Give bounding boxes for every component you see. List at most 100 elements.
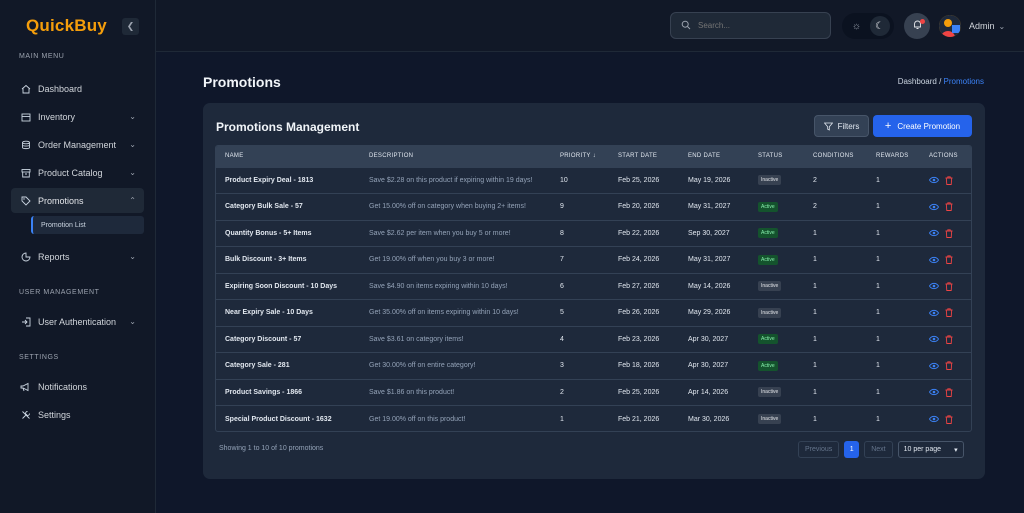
delete-icon[interactable] (945, 176, 953, 185)
breadcrumb-link-dashboard[interactable]: Dashboard (898, 77, 937, 86)
table-row[interactable]: Category Sale - 281 Get 30.00% off on ent… (216, 352, 971, 380)
delete-icon[interactable] (945, 229, 953, 238)
pagination-summary: Showing 1 to 10 of 10 promotions (219, 445, 324, 452)
view-icon[interactable] (929, 388, 939, 396)
filters-button[interactable]: Filters (814, 115, 869, 137)
chevron-down-icon: ⌄ (129, 252, 136, 261)
status-badge: Inactive (758, 414, 782, 424)
delete-icon[interactable] (945, 388, 953, 397)
status-badge: Inactive (758, 175, 782, 186)
pagination: Previous 1 Next 10 per page ▾ (798, 441, 964, 458)
moon-icon[interactable]: ☾ (869, 16, 890, 36)
table-row[interactable]: Expiring Soon Discount - 10 Days Save $4.… (216, 273, 971, 300)
table-row[interactable]: Category Bulk Sale - 57 Get 15.00% off on… (216, 193, 971, 221)
promotion-priority: 6 (560, 282, 564, 290)
promotion-description: Save $2.28 on this product if expiring w… (369, 176, 533, 184)
view-icon[interactable] (929, 415, 939, 423)
promotion-description: Get 19.00% off when you buy 3 or more! (369, 256, 495, 264)
view-icon[interactable] (929, 335, 939, 343)
table-row[interactable]: Product Expiry Deal - 1813 Save $2.28 on … (216, 167, 971, 194)
sidebar-item-product-catalog[interactable]: Product Catalog ⌄ (11, 160, 144, 185)
theme-toggle[interactable]: ☼ ☾ (842, 13, 894, 39)
promotion-actions (920, 167, 971, 194)
promotion-status-cell: Active (749, 220, 804, 247)
view-icon[interactable] (929, 203, 939, 211)
table-row[interactable]: Product Savings - 1866 Save $1.86 on this… (216, 379, 971, 406)
promotion-priority: 3 (560, 362, 564, 370)
promotion-end-date: Mar 30, 2026 (688, 415, 730, 423)
delete-icon[interactable] (945, 335, 953, 344)
view-icon[interactable] (929, 282, 939, 290)
delete-icon[interactable] (945, 202, 953, 212)
archive-icon (20, 167, 31, 178)
delete-icon[interactable] (945, 308, 953, 318)
view-icon[interactable] (929, 176, 939, 184)
sidebar-item-settings[interactable]: Settings (11, 402, 144, 427)
promotion-description: Get 19.00% off on this product! (369, 415, 466, 423)
table-row[interactable]: Special Product Discount - 1632 Get 19.00… (216, 405, 971, 432)
database-icon (20, 139, 31, 150)
promotion-name: Product Savings - 1866 (225, 388, 303, 396)
sidebar-item-inventory[interactable]: Inventory ⌄ (11, 104, 144, 129)
promotion-status-cell: Active (749, 247, 804, 274)
view-icon[interactable] (929, 362, 939, 370)
create-promotion-label: Create Promotion (897, 121, 961, 131)
table-row[interactable]: Bulk Discount - 3+ Items Get 19.00% off w… (216, 246, 971, 274)
promotion-description: Save $1.86 on this product! (369, 388, 455, 396)
sidebar-item-notifications[interactable]: Notifications (11, 374, 144, 399)
promotion-priority: 4 (560, 335, 564, 343)
view-icon[interactable] (929, 229, 939, 237)
promotion-actions (920, 273, 971, 300)
promotion-description: Get 30.00% off on entire category! (369, 362, 476, 370)
promotion-actions (920, 379, 971, 406)
sun-icon[interactable]: ☼ (847, 16, 867, 36)
promotion-start-date: Feb 23, 2026 (618, 335, 660, 343)
sidebar-item-order-management[interactable]: Order Management ⌄ (11, 132, 144, 157)
per-page-select[interactable]: 10 per page ▾ (897, 441, 964, 458)
column-header-end-date[interactable]: END DATE (679, 146, 749, 167)
delete-icon[interactable] (945, 361, 953, 371)
table-row[interactable]: Near Expiry Sale - 10 Days Get 35.00% off… (216, 299, 971, 327)
promotion-priority: 1 (560, 415, 564, 423)
page-1-button[interactable]: 1 (844, 441, 860, 458)
table-row[interactable]: Category Discount - 57 Save $3.61 on cate… (216, 326, 971, 353)
table-row[interactable]: Quantity Bonus - 5+ Items Save $2.62 per … (216, 220, 971, 247)
delete-icon[interactable] (945, 282, 953, 291)
promotion-status-cell: Active (749, 326, 804, 353)
notifications-button[interactable] (904, 13, 930, 39)
card-title: Promotions Management (216, 120, 360, 134)
promotion-priority: 5 (560, 309, 564, 317)
per-page-value: 10 per page (903, 446, 942, 453)
promotion-description: Get 15.00% off on category when buying 2… (369, 203, 526, 211)
next-page-button[interactable]: Next (864, 441, 893, 458)
view-icon[interactable] (929, 309, 939, 317)
search-box[interactable] (670, 12, 831, 39)
user-menu[interactable]: Admin ⌄ (939, 13, 1005, 39)
previous-page-button[interactable]: Previous (798, 441, 840, 458)
column-header-name[interactable]: NAME (216, 146, 360, 167)
sidebar-item-reports[interactable]: Reports ⌄ (11, 244, 144, 269)
sidebar-item-promotions[interactable]: Promotions ⌃ (11, 188, 144, 213)
home-icon (20, 83, 31, 94)
promotion-start-date: Feb 27, 2026 (618, 282, 660, 290)
promotion-name: Product Expiry Deal - 1813 (225, 176, 314, 184)
promotion-status-cell: Inactive (749, 167, 804, 194)
promotion-conditions: 1 (813, 229, 817, 237)
status-badge: Inactive (758, 387, 782, 398)
promotion-rewards: 1 (876, 203, 880, 211)
sidebar-item-label: Dashboard (38, 83, 83, 94)
delete-icon[interactable] (945, 414, 953, 424)
collapse-sidebar-icon[interactable]: ❮ (122, 17, 139, 35)
sidebar-item-dashboard[interactable]: Dashboard (11, 76, 144, 101)
column-header-priority[interactable]: PRIORITY ↓ (551, 146, 609, 167)
create-promotion-button[interactable]: + Create Promotion (873, 115, 972, 137)
promotion-conditions: 1 (813, 362, 817, 370)
sidebar-subitem-promotion-list[interactable]: Promotion List (31, 216, 144, 234)
promotion-priority: 10 (560, 176, 568, 184)
sidebar-item-user-authentication[interactable]: User Authentication ⌄ (11, 309, 144, 334)
column-header-start-date[interactable]: START DATE (609, 146, 679, 167)
delete-icon[interactable] (945, 255, 953, 265)
promotion-description: Save $2.62 per item when you buy 5 or mo… (369, 229, 511, 237)
view-icon[interactable] (929, 256, 939, 264)
search-input[interactable] (698, 21, 818, 30)
